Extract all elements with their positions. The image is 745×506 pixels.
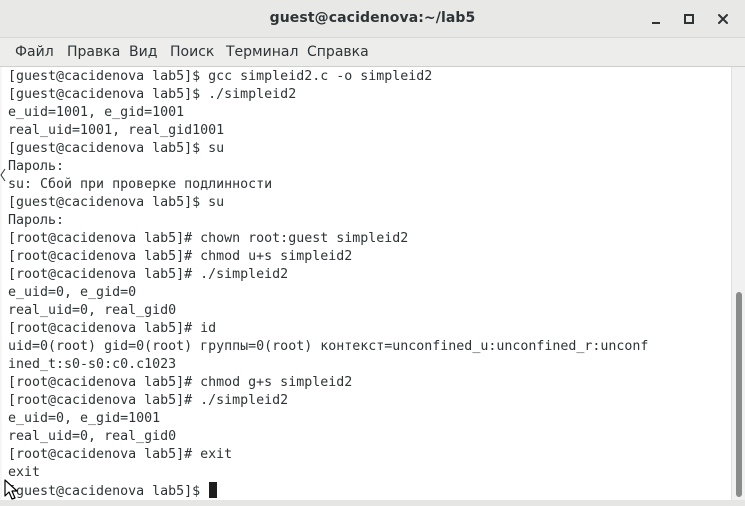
terminal-line: e_uid=0, e_gid=1001 bbox=[8, 411, 161, 426]
terminal-line: e_uid=1001, e_gid=1001 bbox=[8, 105, 185, 120]
terminal-line: [root@cacidenova lab5]# ./simpleid2 bbox=[8, 393, 289, 408]
minimize-icon bbox=[652, 22, 660, 24]
terminal-line: [guest@cacidenova lab5]$ gcc simpleid2.c… bbox=[8, 69, 433, 84]
mouse-pointer-icon bbox=[4, 479, 18, 500]
terminal-line: [root@cacidenova lab5]# id bbox=[8, 321, 217, 336]
menu-edit[interactable]: Правка bbox=[67, 44, 120, 60]
close-button[interactable] bbox=[713, 9, 733, 29]
window-left-edge bbox=[0, 67, 2, 500]
terminal-line: Пароль: bbox=[8, 159, 65, 174]
terminal-line: [root@cacidenova lab5]# chmod g+s simple… bbox=[8, 375, 353, 390]
window-bottom-frame bbox=[0, 500, 745, 506]
terminal-line: real_uid=1001, real_gid1001 bbox=[8, 123, 225, 138]
terminal-output[interactable]: [guest@cacidenova lab5]$ gcc simpleid2.c… bbox=[0, 67, 731, 500]
maximize-button[interactable] bbox=[679, 9, 699, 29]
terminal-line: su: Сбой при проверке подлинности bbox=[8, 177, 273, 192]
menu-terminal[interactable]: Терминал bbox=[226, 44, 298, 60]
terminal-line: [root@cacidenova lab5]# ./simpleid2 bbox=[8, 267, 289, 282]
close-icon bbox=[718, 14, 728, 24]
scrollbar-thumb[interactable] bbox=[736, 292, 742, 497]
minimize-button[interactable] bbox=[646, 9, 666, 29]
terminal-prompt-line[interactable]: [guest@cacidenova lab5]$ bbox=[8, 482, 218, 500]
terminal-line: real_uid=0, real_gid0 bbox=[8, 429, 177, 444]
menu-file[interactable]: Файл bbox=[15, 44, 54, 60]
terminal-line: [guest@cacidenova lab5]$ ./simpleid2 bbox=[8, 87, 297, 102]
window-title: guest@cacidenova:~/lab5 bbox=[269, 10, 476, 26]
terminal-line: [guest@cacidenova lab5]$ su bbox=[8, 141, 225, 156]
menu-view[interactable]: Вид bbox=[129, 44, 157, 60]
title-bar[interactable]: guest@cacidenova:~/lab5 bbox=[0, 0, 745, 38]
menu-search[interactable]: Поиск bbox=[170, 44, 214, 60]
vertical-scrollbar[interactable] bbox=[731, 67, 745, 500]
resize-arrow-icon bbox=[0, 168, 6, 182]
terminal-line: ined_t:s0-s0:c0.c1023 bbox=[8, 357, 177, 372]
menu-help[interactable]: Справка bbox=[307, 44, 369, 60]
terminal-line: real_uid=0, real_gid0 bbox=[8, 303, 177, 318]
terminal-line: e_uid=0, e_gid=0 bbox=[8, 285, 137, 300]
terminal-line: Пароль: bbox=[8, 213, 65, 228]
menu-bar: Файл Правка Вид Поиск Терминал Справка bbox=[0, 38, 745, 67]
maximize-icon bbox=[684, 14, 694, 24]
terminal-line: [guest@cacidenova lab5]$ su bbox=[8, 195, 225, 210]
terminal-line: [root@cacidenova lab5]# chown root:guest… bbox=[8, 231, 409, 246]
terminal-line: [root@cacidenova lab5]# exit bbox=[8, 447, 233, 462]
terminal-prompt: [guest@cacidenova lab5]$ bbox=[8, 484, 209, 499]
terminal-line: [root@cacidenova lab5]# chmod u+s simple… bbox=[8, 249, 353, 264]
terminal-window: guest@cacidenova:~/lab5 Файл Правка Вид … bbox=[0, 0, 745, 506]
terminal-line: uid=0(root) gid=0(root) группы=0(root) к… bbox=[8, 339, 649, 354]
text-cursor bbox=[209, 482, 218, 498]
